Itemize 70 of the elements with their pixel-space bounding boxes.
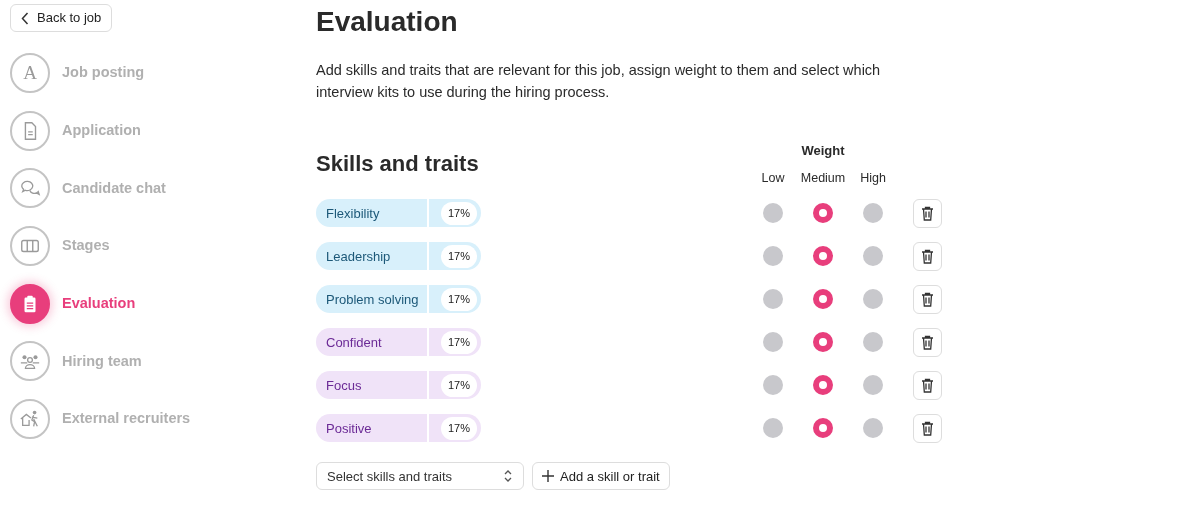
weight-radio[interactable]	[813, 418, 833, 439]
weight-heading: Weight	[801, 143, 845, 158]
page-title: Evaluation	[316, 5, 459, 39]
chevron-left-icon	[21, 11, 29, 25]
skill-name: Focus	[326, 376, 362, 395]
letter-icon: A	[23, 58, 37, 88]
weight-share: 17%	[441, 202, 478, 225]
description: Add skills and traits that are relevant for this job, assign weight to them and select which interview kits to use during the hiring process.	[316, 61, 882, 102]
skill-name: Problem solving	[326, 290, 419, 309]
weight-radio[interactable]	[813, 375, 833, 396]
weight-radio[interactable]	[763, 418, 783, 439]
back-button[interactable]: Back to job	[10, 4, 113, 32]
skill-name: Flexibility	[326, 204, 380, 223]
weight-radio[interactable]	[863, 289, 883, 310]
weight-radio[interactable]	[763, 289, 783, 310]
skill-name: Leadership	[326, 247, 391, 266]
step-button[interactable]	[10, 226, 50, 267]
delete-button[interactable]	[913, 198, 942, 228]
step-label[interactable]: Evaluation	[62, 292, 136, 315]
trash-icon	[921, 377, 934, 393]
step-label[interactable]: Stages	[62, 235, 110, 257]
weight-radio[interactable]	[763, 375, 783, 396]
weight-share: 17%	[441, 245, 478, 268]
weight-share: 17%	[441, 331, 478, 354]
step-label[interactable]: Job posting	[62, 62, 145, 84]
delete-button[interactable]	[913, 241, 942, 271]
weight-share: 17%	[441, 417, 478, 440]
weight-radio[interactable]	[813, 246, 833, 267]
step-button[interactable]	[10, 283, 50, 324]
trash-icon	[921, 334, 934, 350]
delete-button[interactable]	[913, 413, 942, 443]
trash-icon	[921, 205, 934, 221]
step-label[interactable]: Hiring team	[62, 350, 142, 373]
weight-radio[interactable]	[863, 246, 883, 267]
add-skill-button[interactable]: Add a skill or trait	[532, 462, 670, 491]
skill-name: Confident	[326, 333, 382, 352]
delete-button[interactable]	[913, 327, 942, 357]
step-label[interactable]: External recruiters	[62, 408, 191, 430]
trash-icon	[921, 291, 934, 307]
weight-radio[interactable]	[863, 332, 883, 353]
weight-radio[interactable]	[763, 246, 783, 267]
step-button[interactable]	[10, 341, 50, 382]
plus-icon	[542, 470, 554, 483]
step-button[interactable]	[10, 110, 50, 151]
weight-radio[interactable]	[813, 203, 833, 224]
weight-share: 17%	[441, 288, 478, 311]
step-label[interactable]: Application	[62, 119, 141, 142]
delete-button[interactable]	[913, 284, 942, 314]
step-button[interactable]	[10, 168, 50, 209]
weight-radio[interactable]	[863, 418, 883, 439]
weight-label: Medium	[800, 170, 846, 185]
skills-select[interactable]: Select skills and traits	[316, 462, 524, 491]
weight-share: 17%	[441, 374, 478, 397]
weight-label: High	[860, 170, 886, 185]
up-down-chevron-icon	[503, 469, 513, 484]
step-button[interactable]: A	[10, 53, 50, 93]
weight-radio[interactable]	[863, 203, 883, 224]
weight-radio[interactable]	[763, 203, 783, 224]
skill-name: Positive	[326, 419, 372, 438]
weight-radio[interactable]	[863, 375, 883, 396]
weight-radio[interactable]	[763, 332, 783, 353]
trash-icon	[921, 248, 934, 264]
weight-radio[interactable]	[813, 289, 833, 310]
weight-label: Low	[761, 170, 785, 185]
step-button[interactable]	[10, 399, 50, 440]
weight-radio[interactable]	[813, 332, 833, 353]
trash-icon	[921, 420, 934, 436]
section-heading: Skills and traits	[316, 150, 479, 178]
step-label[interactable]: Candidate chat	[62, 177, 166, 200]
delete-button[interactable]	[913, 370, 942, 400]
